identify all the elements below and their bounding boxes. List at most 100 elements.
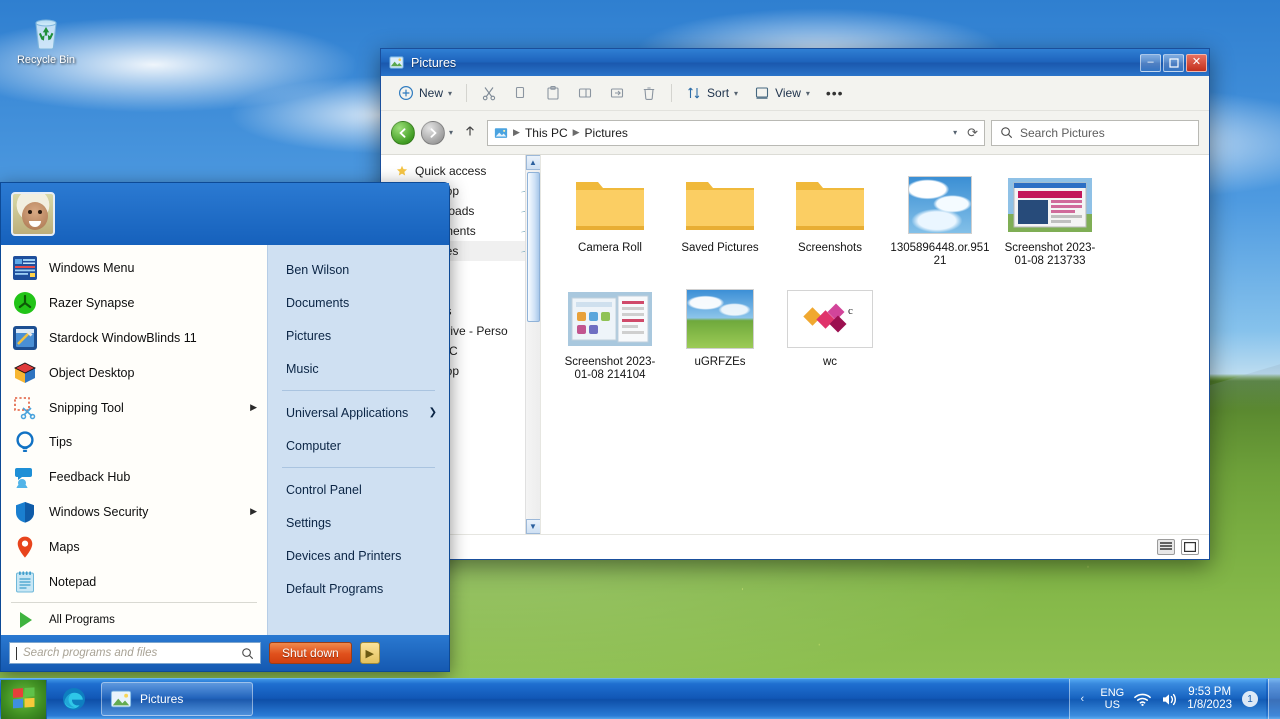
wifi-icon[interactable] xyxy=(1134,692,1151,707)
forward-button[interactable] xyxy=(421,121,445,145)
file-thumbnail xyxy=(998,174,1102,236)
file-list-area[interactable]: Camera Roll Saved Pictures xyxy=(541,155,1209,534)
rename-button[interactable] xyxy=(570,80,600,106)
system-tray[interactable]: ‹ ENG US 9:53 PM 1/8/2023 1 xyxy=(1069,679,1266,719)
start-item-windows-menu[interactable]: Windows Menu xyxy=(1,251,267,286)
start-item-tips[interactable]: Tips xyxy=(1,425,267,460)
clock[interactable]: 9:53 PM 1/8/2023 xyxy=(1187,686,1232,712)
start-item-windows-security[interactable]: Windows Security ▶ xyxy=(1,495,267,530)
submenu-arrow-icon: ▶ xyxy=(250,402,257,413)
start-item-all-programs[interactable]: All Programs xyxy=(1,606,267,635)
start-item-windowblinds[interactable]: Stardock WindowBlinds 11 xyxy=(1,321,267,356)
file-name: Screenshot 2023-01-08 213733 xyxy=(998,242,1102,268)
screenshot-thumbnail-icon xyxy=(1008,178,1092,232)
notification-badge[interactable]: 1 xyxy=(1242,691,1258,707)
nav-item-quick-access[interactable]: Quick access xyxy=(381,161,540,181)
explorer-toolbar[interactable]: New ▾ xyxy=(381,76,1209,111)
start-link-music[interactable]: Music xyxy=(268,352,449,385)
start-link-devices-and-printers[interactable]: Devices and Printers xyxy=(268,539,449,572)
start-link-control-panel[interactable]: Control Panel xyxy=(268,473,449,506)
start-item-snipping-tool[interactable]: Snipping Tool ▶ xyxy=(1,390,267,425)
history-dropdown-icon[interactable]: ▾ xyxy=(449,128,453,137)
file-item-folder[interactable]: Screenshots xyxy=(775,169,885,275)
file-name: Screenshot 2023-01-08 214104 xyxy=(558,356,662,382)
explorer-address-bar[interactable]: ▾ ▶ This PC ▶ Pictures ▾ ⟳ xyxy=(381,111,1209,155)
avatar[interactable] xyxy=(11,192,55,236)
shut-down-button[interactable]: Shut down xyxy=(269,642,352,664)
scrollbar-thumb[interactable] xyxy=(527,172,540,322)
start-button[interactable] xyxy=(1,680,47,719)
breadcrumb[interactable]: ▶ This PC ▶ Pictures ▾ ⟳ xyxy=(487,120,985,146)
start-search-input[interactable]: Search programs and files xyxy=(9,642,261,664)
close-button[interactable]: ✕ xyxy=(1186,54,1207,72)
scroll-up-button[interactable]: ▲ xyxy=(526,155,541,170)
file-item-image[interactable]: Screenshot 2023-01-08 214104 xyxy=(555,283,665,389)
volume-icon[interactable] xyxy=(1161,692,1177,707)
shut-down-options-button[interactable]: ▶ xyxy=(360,642,380,664)
copy-icon xyxy=(513,85,529,101)
file-item-folder[interactable]: Saved Pictures xyxy=(665,169,775,275)
scroll-down-button[interactable]: ▼ xyxy=(526,519,541,534)
taskbar-item-edge[interactable] xyxy=(53,682,95,716)
maximize-button[interactable] xyxy=(1163,54,1184,72)
refresh-icon[interactable]: ⟳ xyxy=(967,125,978,141)
breadcrumb-this-pc[interactable]: This PC xyxy=(525,126,568,140)
explorer-status-bar[interactable] xyxy=(381,534,1209,559)
desktop[interactable]: Recycle Bin Pictures – ✕ N xyxy=(0,0,1280,719)
breadcrumb-pictures[interactable]: Pictures xyxy=(585,126,628,140)
language-indicator[interactable]: ENG US xyxy=(1100,687,1124,711)
start-item-notepad[interactable]: Notepad xyxy=(1,564,267,599)
file-item-image[interactable]: c wc xyxy=(775,283,885,389)
show-desktop-button[interactable] xyxy=(1268,679,1280,719)
start-link-ben-wilson[interactable]: Ben Wilson xyxy=(268,253,449,286)
start-link-computer[interactable]: Computer xyxy=(268,429,449,462)
search-input[interactable]: Search Pictures xyxy=(991,120,1199,146)
file-thumbnail: c xyxy=(778,288,882,350)
list-view-button[interactable] xyxy=(1157,539,1175,555)
delete-button[interactable] xyxy=(634,80,664,106)
start-link-pictures[interactable]: Pictures xyxy=(268,319,449,352)
more-options-button[interactable]: ••• xyxy=(819,80,851,106)
file-name: Camera Roll xyxy=(558,242,662,255)
rename-icon xyxy=(577,85,593,101)
start-link-documents[interactable]: Documents xyxy=(268,286,449,319)
minimize-button[interactable]: – xyxy=(1140,54,1161,72)
copy-button[interactable] xyxy=(506,80,536,106)
navpane-scrollbar[interactable]: ▲ ▼ xyxy=(525,155,540,534)
start-item-object-desktop[interactable]: Object Desktop xyxy=(1,355,267,390)
start-menu-divider xyxy=(11,602,257,603)
new-button[interactable]: New ▾ xyxy=(391,80,459,106)
start-item-label: Snipping Tool xyxy=(49,401,124,415)
start-menu-app-list[interactable]: Windows Menu Razer Synapse xyxy=(1,245,267,635)
start-menu-right-panel[interactable]: Ben Wilson Documents Pictures Music Univ… xyxy=(267,245,449,635)
file-explorer-window[interactable]: Pictures – ✕ New ▾ xyxy=(380,48,1210,560)
file-item-image[interactable]: uGRFZEs xyxy=(665,283,775,389)
paste-button[interactable] xyxy=(538,80,568,106)
tray-expand-icon[interactable]: ‹ xyxy=(1074,691,1090,707)
start-item-feedback-hub[interactable]: Feedback Hub xyxy=(1,460,267,495)
address-dropdown-icon[interactable]: ▾ xyxy=(953,128,957,137)
start-item-maps[interactable]: Maps xyxy=(1,529,267,564)
view-button[interactable]: View ▾ xyxy=(747,80,817,106)
taskbar-item-pictures[interactable]: Pictures xyxy=(101,682,253,716)
sort-button[interactable]: Sort ▾ xyxy=(679,80,745,106)
file-item-image[interactable]: 1305896448.or.95121 xyxy=(885,169,995,275)
start-item-razer-synapse[interactable]: Razer Synapse xyxy=(1,286,267,321)
up-button[interactable] xyxy=(459,124,481,142)
back-button[interactable] xyxy=(391,121,415,145)
start-link-settings[interactable]: Settings xyxy=(268,506,449,539)
explorer-title-bar[interactable]: Pictures – ✕ xyxy=(381,49,1209,76)
start-link-label: Default Programs xyxy=(286,582,383,596)
details-view-button[interactable] xyxy=(1181,539,1199,555)
desktop-icon-recycle-bin[interactable]: Recycle Bin xyxy=(8,12,84,66)
share-button[interactable] xyxy=(602,80,632,106)
start-link-universal-applications[interactable]: Universal Applications ❯ xyxy=(268,396,449,429)
start-menu-header xyxy=(1,183,449,245)
start-menu[interactable]: Windows Menu Razer Synapse xyxy=(0,182,450,672)
start-item-label: Windows Security xyxy=(49,505,148,519)
cut-button[interactable] xyxy=(474,80,504,106)
start-link-default-programs[interactable]: Default Programs xyxy=(268,572,449,605)
file-item-folder[interactable]: Camera Roll xyxy=(555,169,665,275)
file-item-image[interactable]: Screenshot 2023-01-08 213733 xyxy=(995,169,1105,275)
taskbar[interactable]: Pictures ‹ ENG US 9:53 PM 1/8/2023 xyxy=(0,678,1280,719)
